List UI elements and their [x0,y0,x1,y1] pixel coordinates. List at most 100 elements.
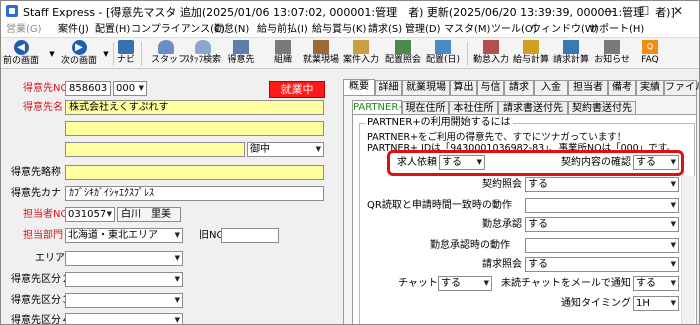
menu-compliance[interactable]: コンプライアンス(C) [131,21,225,38]
caret-down-icon: ▼ [670,180,676,188]
client-no-input[interactable]: 858603 [65,81,111,96]
close-button[interactable]: ✕ [661,1,695,21]
maximize-button[interactable]: ☐ [627,1,661,21]
title-bar: Staff Express - [得意先マスタ 追加(2025/01/06 13… [1,1,699,21]
forward-button[interactable]: ▶ 次の画面 [61,39,97,68]
client-kubun2-label: 得意先区分２ [11,274,71,285]
subtab-contract-destination[interactable]: 契約書送付先 [568,101,636,115]
client-name-line2-input[interactable] [65,121,324,136]
kana-input[interactable]: ｶﾌﾞｼｷｶﾞｲｼｬｴｸｽﾌﾟﾚｽ [65,186,324,201]
client-kubun2-select[interactable]: ▼ [65,272,183,287]
org-button[interactable]: 組織 [271,39,295,68]
caret-down-icon: ▼ [670,241,676,249]
client-kubun3-label: 得意先区分３ [11,295,71,306]
back-button[interactable]: ◀ 前の画面 [3,39,39,68]
arrow-right-icon: ▶ [71,40,87,55]
scrollbar[interactable] [681,176,695,324]
tab-notes[interactable]: 備考 [608,80,636,95]
menu-attendance[interactable]: 勤怠(N) [214,21,249,38]
menu-admin[interactable]: 管理(D) [405,21,441,38]
menu-sales[interactable]: 営業(G) [6,21,42,38]
partner-info-line1: PARTNER+をご利用の得意先で、すでにツナガっています！ [367,132,627,143]
subtab-partner[interactable]: PARTNER+ [352,100,407,114]
app-logo-icon [6,5,18,17]
old-no-input[interactable] [221,228,279,243]
tab-results[interactable]: 実績 [636,80,664,95]
tab-credit[interactable]: 与信 [477,80,504,95]
client-name-line3-input[interactable] [65,142,245,157]
tab-person[interactable]: 担当者 [568,80,608,95]
menu-case[interactable]: 案件(J) [58,21,89,38]
person-no-select[interactable]: 031057 ▼ [65,207,115,222]
navi-button[interactable]: ナビ [115,39,137,68]
person-name-field: 白川 里美 [117,207,181,222]
tab-file[interactable]: ファイル [664,80,699,95]
back-history-dropdown[interactable]: ▼ [45,46,59,75]
dept-select[interactable]: 北海道・東北エリア ▼ [65,228,183,243]
billing-inquiry-select[interactable]: する ▼ [525,257,679,272]
tab-payment[interactable]: 入金 [534,80,568,95]
calendar-icon [435,40,451,54]
attendance-approval-action-select[interactable]: ▼ [525,238,679,253]
tab-detail[interactable]: 詳細 [375,80,402,95]
short-name-input[interactable] [65,165,324,180]
site-button[interactable]: 就業現場 [303,39,339,68]
worksite-icon [313,40,329,54]
attendance-approval-select[interactable]: する ▼ [525,217,679,232]
client-kubun3-select[interactable]: ▼ [65,293,183,308]
notify-timing-select[interactable]: 1H ▼ [633,296,679,311]
honorific-select[interactable]: 御中 ▼ [247,142,324,157]
caret-down-icon: ▼ [174,254,180,262]
tab-worksite[interactable]: 就業現場 [402,80,450,95]
menu-billing[interactable]: 請求(S) [368,21,402,38]
toolbar: ◀ 前の画面 ▼ ▶ 次の画面 ▼ ナビ スタッフ ｽﾀｯﾌ検索 得意先 組織 … [1,38,699,69]
qr-match-action-select[interactable]: ▼ [525,198,679,213]
client-button[interactable]: 得意先 [227,39,255,68]
menu-bar: 営業(G) 案件(J) 配置(H) コンプライアンス(C) 勤怠(N) 給与前払… [1,21,699,38]
contract-inquiry-select[interactable]: する ▼ [525,177,679,192]
info-icon [604,40,620,54]
person-no-label: 担当者NO [23,209,69,220]
subtab-current-address[interactable]: 現在住所 [402,101,449,115]
menu-payroll[interactable]: 給与賞与(K) [312,21,366,38]
attendance-approval-action-label: 勤怠承認時の動作 [430,240,510,251]
attendance-entry-button[interactable]: 勤怠入力 [473,39,509,68]
deploy-inquiry-button[interactable]: 配置照会 [385,39,421,68]
forward-history-dropdown[interactable]: ▼ [99,46,113,75]
attendance-approval-label: 勤怠承認 [482,219,522,230]
client-name-input[interactable]: 株式会社えくすぷれす [65,100,324,115]
billing-calc-button[interactable]: 請求計算 [553,39,589,68]
client-kubun4-select[interactable]: ▼ [65,313,183,324]
tab-calculation[interactable]: 算出 [450,80,477,95]
arrow-left-icon: ◀ [13,40,29,55]
minimize-button[interactable]: — [593,1,627,21]
subtab-invoice-destination[interactable]: 請求書送付先 [498,101,568,115]
staff-search-button[interactable]: ｽﾀｯﾌ検索 [185,39,221,68]
menu-support[interactable]: サポート(H) [589,21,644,38]
caret-down-icon: ▼ [670,279,676,287]
subtab-hq-address[interactable]: 本社住所 [449,101,498,115]
area-select[interactable]: ▼ [65,251,183,266]
faq-button[interactable]: Q FAQ [637,39,663,68]
toolbar-divider [141,42,142,66]
payroll-calc-button[interactable]: 給与計算 [513,39,549,68]
unread-chat-mail-label: 未読チャットをメールで通知 [501,278,631,289]
deployment-icon [395,40,411,54]
tab-overview[interactable]: 概要 [343,79,375,95]
tab-billing[interactable]: 請求 [504,80,534,95]
deploy-day-button[interactable]: 配置(日) [425,39,461,68]
unread-chat-mail-select[interactable]: する ▼ [633,276,679,291]
client-branch-select[interactable]: 000 ▼ [113,81,147,96]
menu-tools[interactable]: ツール(O) [491,21,537,38]
qr-match-action-label: QR読取と申請時間一致時の動作 [367,200,512,211]
faq-icon: Q [642,40,658,54]
app-window: Staff Express - [得意先マスタ 追加(2025/01/06 13… [0,0,700,325]
menu-deploy[interactable]: 配置(H) [95,21,130,38]
toolbar-divider [467,42,468,66]
menu-master[interactable]: マスタ(M) [444,21,490,38]
menu-advance-pay[interactable]: 給与前払(I) [257,21,308,38]
case-entry-button[interactable]: 案件入力 [343,39,379,68]
notice-button[interactable]: お知らせ [593,39,631,68]
chat-select[interactable]: する ▼ [438,276,492,291]
staff-button[interactable]: スタッフ [151,39,187,68]
